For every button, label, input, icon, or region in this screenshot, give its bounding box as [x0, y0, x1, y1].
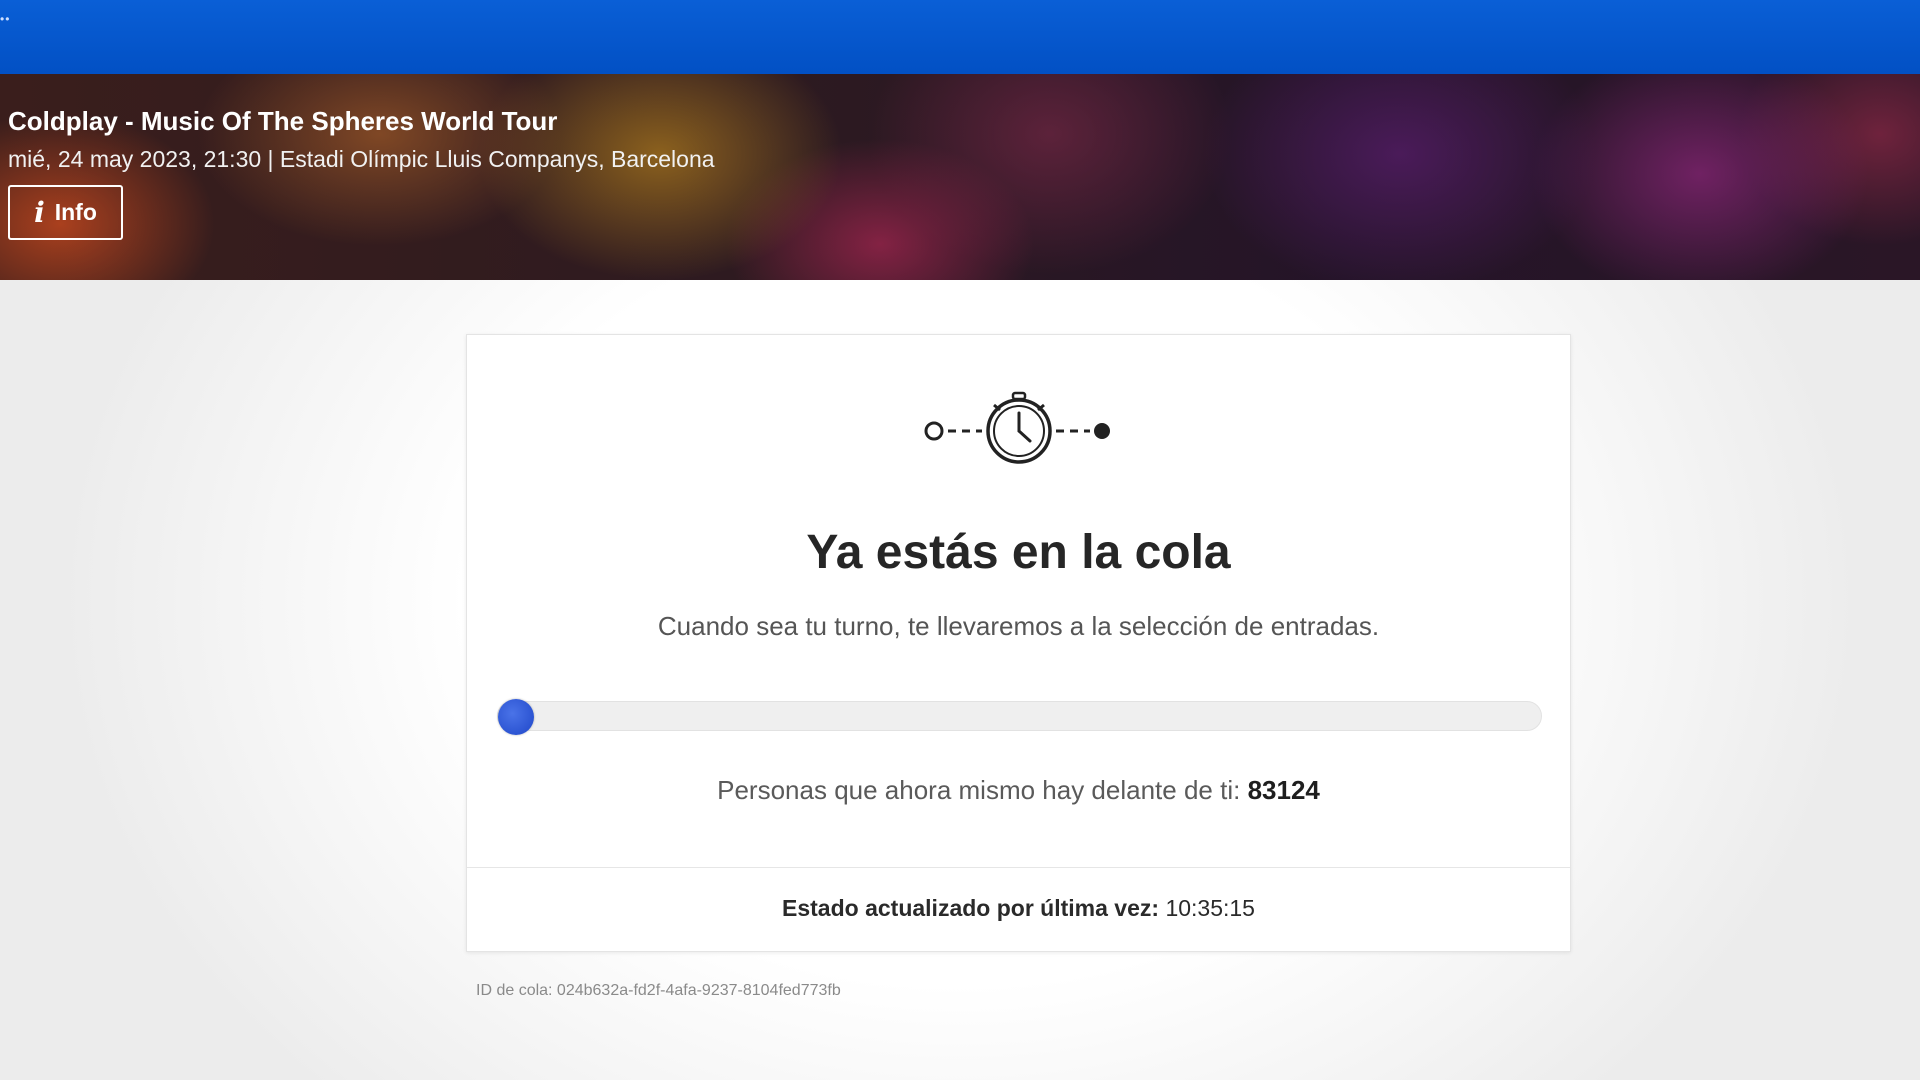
info-icon: i: [34, 196, 45, 229]
event-date-venue: mié, 24 may 2023, 21:30 | Estadi Olímpic…: [8, 146, 715, 172]
info-button-label: Info: [54, 199, 97, 225]
people-ahead-text: Personas que ahora mismo hay delante de …: [467, 775, 1570, 806]
queue-headline: Ya estás en la cola: [806, 526, 1231, 579]
queue-progress-fill: [498, 699, 534, 735]
queue-progress-bar: [497, 699, 1542, 735]
last-updated-text: Estado actualizado por última vez: 10:35…: [467, 895, 1570, 922]
event-banner: Coldplay - Music Of The Spheres World To…: [0, 74, 1920, 280]
last-updated-label: Estado actualizado por última vez:: [782, 895, 1160, 921]
people-ahead-label: Personas que ahora mismo hay delante de …: [717, 775, 1241, 805]
queue-id: ID de cola: 024b632a-fd2f-4afa-9237-8104…: [476, 982, 841, 999]
menu-dots-icon[interactable]: ••: [0, 12, 10, 26]
queue-card: Ya estás en la cola Cuando sea tu turno,…: [466, 334, 1571, 952]
queue-progress-indicator: [498, 699, 534, 735]
queue-subtitle: Cuando sea tu turno, te llevaremos a la …: [657, 611, 1380, 641]
info-button[interactable]: i Info: [8, 185, 123, 240]
event-title: Coldplay - Music Of The Spheres World To…: [8, 106, 558, 136]
last-updated-time: 10:35:15: [1165, 895, 1255, 921]
card-divider: [467, 867, 1570, 868]
stopwatch-icon: [924, 391, 1110, 464]
people-ahead-count: 83124: [1247, 775, 1320, 805]
top-navigation-bar: ••: [0, 0, 1920, 74]
